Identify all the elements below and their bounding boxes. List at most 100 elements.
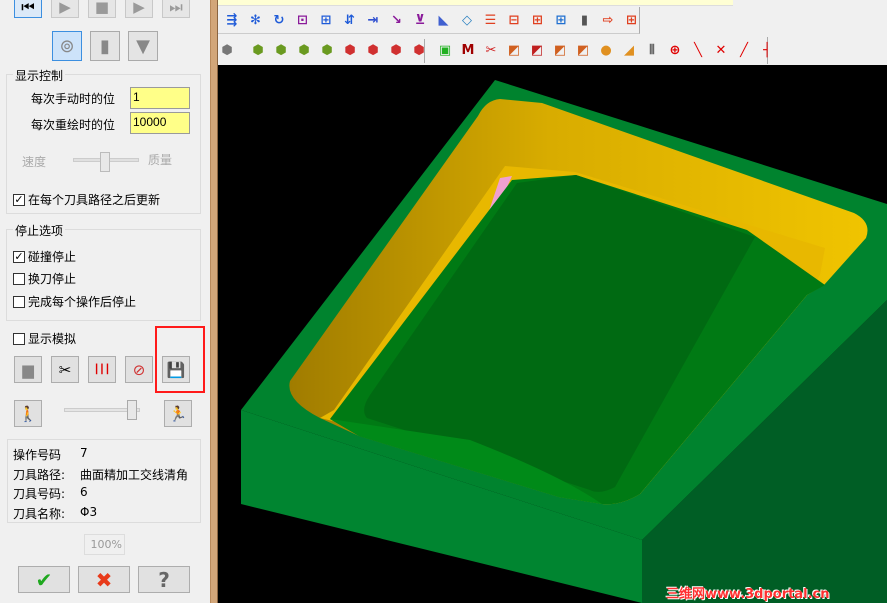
cancel-button[interactable]: ✖ [78,566,130,593]
toolbar-tool-icon[interactable]: ⊕ [666,41,684,59]
checkbox-label: 在每个刀具路径之后更新 [28,193,161,207]
toolbar-tool-icon[interactable]: ⊞ [623,11,641,29]
tool-holder-icon: ▮ [100,35,110,57]
toolbar-tool-icon[interactable]: ◩ [551,41,569,59]
view-cube-icon[interactable]: ⬢ [295,41,313,59]
histogram-button[interactable]: ┃┃┃ [88,356,116,383]
play-icon: ▶ [59,0,71,16]
after-op-stop-checkbox[interactable]: 完成每个操作后停止 [13,293,136,310]
toolbar-tool-icon[interactable]: ⊻ [411,11,429,29]
toolbar-tool-icon[interactable]: ┤ [758,41,776,59]
checkbox-label: 显示模拟 [28,332,77,346]
tool-name-label: 刀具名称: [13,507,66,521]
save-icon: 💾 [166,360,186,379]
step-button[interactable]: ▶ [125,0,153,18]
view-cube-icon[interactable]: ⬢ [341,41,359,59]
toolbar-tool-icon[interactable]: ⊟ [505,11,523,29]
toolbar-tool-icon[interactable]: ⇶ [223,11,241,29]
splitter[interactable] [210,0,218,603]
sim-speed-thumb[interactable] [127,400,138,420]
magnify-line-button[interactable]: ⊘ [125,356,153,383]
toolbar-tool-icon[interactable]: ◇ [458,11,476,29]
toolbar-row1: ⇶ ✻ ↻ ⊡ ⊞ ⇵ ⇥ ↘ ⊻ ◣ ◇ ☰ ⊟ ⊞ ⊞ ▮ ⇨ ⊞ [218,7,640,34]
redraw-step-label: 每次重绘时的位 [31,118,116,132]
top-strip [218,0,733,6]
redraw-step-input[interactable]: 10000 [130,112,190,134]
checkbox-box[interactable] [13,295,25,308]
toolbar-tool-icon[interactable]: ⊞ [317,11,335,29]
toolbar-tool-icon[interactable]: ◩ [505,41,523,59]
toolbar-tool-icon[interactable]: ✕ [712,41,730,59]
help-button[interactable]: ? [138,566,190,593]
checkbox-box[interactable]: ✓ [13,250,25,263]
stop-options-title: 停止选项 [13,222,66,239]
update-after-path-checkbox[interactable]: ✓ 在每个刀具路径之后更新 [13,191,160,208]
toolbar-tool-icon[interactable]: ⫴ [643,41,661,59]
toolbar-tool-icon[interactable]: ✻ [247,11,265,29]
toolbar-tool-icon[interactable]: ◢ [620,41,638,59]
fast-speed-button[interactable]: 🏃 [164,400,192,427]
save-button[interactable]: 💾 [162,356,190,383]
toolbar-tool-icon[interactable]: ▮ [576,11,594,29]
toolbar-tool-icon[interactable]: ▣ [436,41,454,59]
checkbox-label: 换刀停止 [28,272,77,286]
toolbar-tool-icon[interactable]: ◩ [574,41,592,59]
solid-block-button[interactable]: ▆ [14,356,42,383]
toolbar-tool-icon[interactable]: ↘ [388,11,406,29]
tool-name-value: Φ3 [80,505,98,519]
display-control-title: 显示控制 [13,67,66,84]
toolbar-tool-icon[interactable]: ⇵ [341,11,359,29]
toolbar-tool-icon[interactable]: ╱ [735,41,753,59]
toolbar-tool-icon[interactable]: ⊡ [294,11,312,29]
toolbar-tool-icon[interactable]: M [459,41,477,59]
view-cube-icon[interactable]: ⬢ [410,41,428,59]
3d-viewport[interactable]: 三维网www.3dportal.cn [218,65,887,603]
play-button[interactable]: ▶ [51,0,79,18]
tool-holder-button[interactable]: ▮ [90,31,120,61]
toolbar-area: ⇶ ✻ ↻ ⊡ ⊞ ⇵ ⇥ ↘ ⊻ ◣ ◇ ☰ ⊟ ⊞ ⊞ ▮ ⇨ ⊞ ⬢ ⬢ ⬢ ⬢ ⬢ ⬢ ⬢ ⬢ ⬢ ▣ M ✂ ◩ ◩ ◩ ◩ ● ◢ ⫴ ⊕ ╲… [218,0,887,65]
toolbar-tool-icon[interactable]: ⇥ [364,11,382,29]
simulation-panel: 显示控制 每次手动时的位 1 每次重绘时的位 10000 速度 质量 ✓ 在每个刀… [0,0,210,603]
funnel-tool-button[interactable]: ▼ [128,31,158,61]
toolbar-tool-icon[interactable]: ⇨ [599,11,617,29]
scissors-button[interactable]: ✂ [51,356,79,383]
checkmark-icon: ✔ [35,567,53,592]
toolbar-tool-icon[interactable]: ↻ [270,11,288,29]
toolbar-tool-icon[interactable]: ◩ [528,41,546,59]
show-simulation-checkbox[interactable]: 显示模拟 [13,330,76,347]
checkbox-box[interactable] [13,272,25,285]
view-cube-icon[interactable]: ⬢ [387,41,405,59]
toolbar-tool-icon[interactable]: ⊞ [552,11,570,29]
close-icon: ✖ [95,567,113,592]
toolbar-tool-icon[interactable]: ╲ [689,41,707,59]
view-cube-icon[interactable]: ⬢ [272,41,290,59]
simulation-mode-button[interactable]: ⊚ [52,31,82,61]
toolbar-tool-icon[interactable]: ☰ [482,11,500,29]
help-icon: ? [158,567,170,592]
toolbar-tool-icon[interactable]: ● [597,41,615,59]
ok-button[interactable]: ✔ [18,566,70,593]
view-cube-icon[interactable]: ⬢ [218,41,236,59]
stop-button[interactable]: ■ [88,0,116,18]
view-cube-icon[interactable]: ⬢ [249,41,267,59]
stop-icon: ■ [94,0,110,16]
manual-step-input[interactable]: 1 [130,87,190,109]
toolbar-tool-icon[interactable]: ◣ [435,11,453,29]
machining-model [241,80,887,603]
collision-stop-checkbox[interactable]: ✓ 碰撞停止 [13,248,76,265]
histogram-icon: ┃┃┃ [93,364,111,375]
toolbar-separator [424,39,425,63]
checkbox-box[interactable] [13,332,25,345]
magnify-line-icon: ⊘ [132,360,146,379]
view-cube-icon[interactable]: ⬢ [364,41,382,59]
checkbox-box[interactable]: ✓ [13,193,25,206]
slow-speed-button[interactable]: 🚶 [14,400,42,427]
tool-change-stop-checkbox[interactable]: 换刀停止 [13,270,76,287]
quality-slider-thumb[interactable] [100,152,110,172]
view-cube-icon[interactable]: ⬢ [318,41,336,59]
rewind-start-button[interactable]: ⏮ [14,0,42,18]
toolbar-tool-icon[interactable]: ⊞ [529,11,547,29]
watermark: 三维网www.3dportal.cn [666,587,830,602]
toolbar-tool-icon[interactable]: ✂ [482,41,500,59]
fast-forward-button[interactable]: ⏭ [162,0,190,18]
